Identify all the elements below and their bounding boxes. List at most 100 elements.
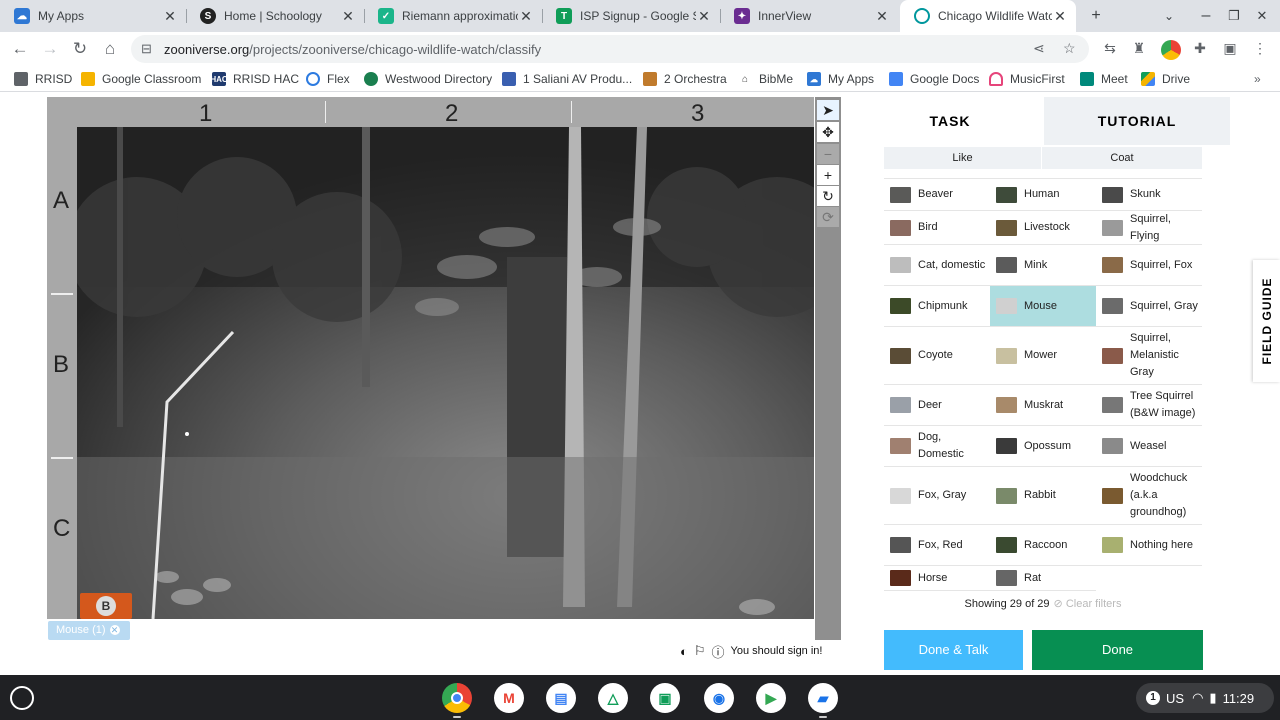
privacy-extension-icon[interactable]: ♜ [1130,40,1148,58]
camera-trap-image[interactable] [77,127,814,619]
species-option[interactable]: Squirrel, Melanistic Gray [1096,327,1202,385]
close-icon[interactable]: ✕ [1052,8,1068,25]
classroom-app-icon[interactable]: ▣ [650,683,680,713]
remove-mark-icon[interactable]: ✕ [109,625,120,635]
species-option[interactable]: Tree Squirrel (B&W image) [1096,385,1202,426]
tab-riemann[interactable]: ✓ Riemann approximatio ✕ [364,0,542,32]
address-bar[interactable]: ⊟ zooniverse.org/projects/zooniverse/chi… [131,35,1089,63]
zoom-out-icon[interactable]: − [817,144,839,164]
mark-chip[interactable]: Mouse (1) ✕ [48,621,130,640]
species-option[interactable]: Nothing here [1096,525,1202,566]
tab-tutorial[interactable]: TUTORIAL [1044,97,1230,145]
bookmark-google-classroom[interactable]: Google Classroom [81,70,201,88]
close-icon[interactable]: ✕ [696,8,712,25]
species-option[interactable]: Beaver [884,179,990,211]
side-panel-icon[interactable]: ▣ [1221,40,1239,58]
drive-app-icon[interactable]: △ [598,683,628,713]
species-option[interactable]: Rat [990,566,1096,591]
bookmark-my-apps[interactable]: ☁ My Apps [807,70,874,88]
bookmark-google-docs[interactable]: Google Docs [889,70,979,88]
rotate-icon[interactable]: ↻ [817,186,839,206]
species-option[interactable]: Fox, Gray [884,467,990,525]
bookmark-saliani-av[interactable]: 1 Saliani AV Produ... [502,70,632,88]
pan-tool-icon[interactable]: ✥ [817,122,839,142]
more-bookmarks-icon[interactable]: » [1254,70,1261,88]
species-option[interactable]: Dog, Domestic [884,426,990,467]
bookmark-meet[interactable]: Meet [1080,70,1128,88]
species-option[interactable]: Bird [884,211,990,245]
forward-button[interactable]: → [40,39,60,59]
close-icon[interactable]: ✕ [874,8,890,25]
reset-view-icon[interactable]: ⟳ [817,207,839,227]
files-app-icon[interactable]: ▰ [808,683,838,713]
reload-button[interactable]: ↻ [70,39,90,59]
species-option[interactable]: Livestock [990,211,1096,245]
species-option[interactable]: Squirrel, Gray [1096,286,1202,327]
tab-isp-signup[interactable]: T ISP Signup - Google Sh ✕ [542,0,720,32]
field-guide-button[interactable]: FIELD GUIDE [1253,260,1280,382]
species-option[interactable]: Opossum [990,426,1096,467]
tab-schoology[interactable]: S Home | Schoology ✕ [186,0,364,32]
species-option[interactable]: Woodchuck (a.k.a groundhog) [1096,467,1202,525]
species-option[interactable]: Human [990,179,1096,211]
close-icon[interactable]: ✕ [340,8,356,25]
done-and-talk-button[interactable]: Done & Talk [884,630,1023,670]
bookmark-drive[interactable]: Drive [1141,70,1190,88]
species-option[interactable]: Skunk [1096,179,1202,211]
bookmark-rrisd-hac[interactable]: HAC RRISD HAC [210,70,299,88]
species-option[interactable]: Mouse [990,286,1096,327]
extensions-puzzle-icon[interactable]: ✚ [1191,40,1209,58]
species-option[interactable]: Mower [990,327,1096,385]
clear-filters-button[interactable]: ⊘ Clear filters [1054,598,1122,610]
flag-icon[interactable]: ⚐ [694,643,706,659]
tab-chicago-wildlife-watch[interactable]: Chicago Wildlife Watc ✕ [900,0,1076,32]
tab-innerview[interactable]: ✦ InnerView ✕ [720,0,898,32]
bookmark-star-icon[interactable]: ☆ [1063,40,1076,57]
status-tray[interactable]: 1 US ◠ ▮ 11:29 [1136,683,1274,713]
close-window-button[interactable]: ✕ [1252,6,1272,26]
back-button[interactable]: ← [10,39,30,59]
profile-extension-icon[interactable] [1161,40,1181,60]
share-icon[interactable]: ⋖ [1033,40,1045,57]
tab-my-apps[interactable]: ☁ My Apps ✕ [0,0,186,32]
species-option[interactable]: Squirrel, Fox [1096,245,1202,286]
bookmark-flex[interactable]: Flex [306,70,350,88]
species-option[interactable]: Rabbit [990,467,1096,525]
species-option[interactable]: Squirrel, Flying [1096,211,1202,245]
species-option[interactable]: Chipmunk [884,286,990,327]
chrome-icon[interactable] [442,683,472,713]
play-store-icon[interactable]: ▶ [756,683,786,713]
docs-app-icon[interactable]: ▤ [546,683,576,713]
menu-icon[interactable]: ⋮ [1251,40,1269,58]
info-icon[interactable]: ⓘ [712,642,725,661]
close-icon[interactable]: ✕ [518,8,534,25]
site-info-icon[interactable]: ⊟ [141,41,152,57]
tab-search-icon[interactable]: ⌄ [1159,6,1179,26]
bookmark-westwood-directory[interactable]: Westwood Directory [364,70,492,88]
home-button[interactable]: ⌂ [100,39,120,59]
bookmark-rrisd[interactable]: RRISD [14,70,72,88]
extension-icon[interactable]: ⇆ [1101,40,1119,58]
invert-icon[interactable]: ◐ [680,644,688,659]
zoom-in-icon[interactable]: + [817,165,839,185]
species-option[interactable]: Fox, Red [884,525,990,566]
species-option[interactable]: Coyote [884,327,990,385]
subject-viewer[interactable]: 1 2 3 A B C B [47,97,814,619]
done-button[interactable]: Done [1032,630,1203,670]
filter-like[interactable]: Like [884,147,1041,169]
species-option[interactable]: Mink [990,245,1096,286]
species-option[interactable]: Deer [884,385,990,426]
species-option[interactable]: Muskrat [990,385,1096,426]
bookmark-musicfirst[interactable]: MusicFirst [989,70,1065,88]
bookmark-bibme[interactable]: ⌂ BibMe [738,70,793,88]
camera-app-icon[interactable]: ◉ [704,683,734,713]
launcher-button[interactable] [10,686,34,710]
close-icon[interactable]: ✕ [162,8,178,25]
new-tab-button[interactable]: + [1086,6,1106,26]
minimize-button[interactable]: – [1196,6,1216,26]
filter-coat[interactable]: Coat [1042,147,1202,169]
species-option[interactable]: Cat, domestic [884,245,990,286]
species-option[interactable]: Raccoon [990,525,1096,566]
species-option[interactable]: Horse [884,566,990,591]
gmail-icon[interactable]: M [494,683,524,713]
